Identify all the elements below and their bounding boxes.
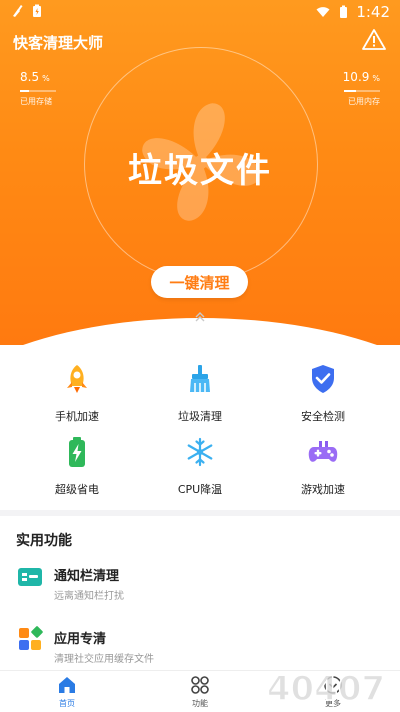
- status-bar: 1:42: [0, 0, 400, 24]
- grid-item-game-boost[interactable]: 游戏加速: [258, 435, 388, 505]
- status-time: 1:42: [356, 3, 390, 21]
- battery-icon: [69, 437, 85, 467]
- home-icon: [59, 677, 75, 693]
- storage-stat: 8.5% 已用存储: [20, 66, 56, 107]
- grid-item-cpu-cooling[interactable]: CPU降温: [135, 435, 265, 505]
- grid-item-power-saving[interactable]: 超级省电: [12, 435, 142, 505]
- section-title: 实用功能: [16, 533, 72, 549]
- grid-label-phone-boost: 手机加速: [55, 410, 99, 423]
- app-title: 快客清理大师: [13, 34, 104, 52]
- chevrons-up-icon[interactable]: [193, 310, 207, 324]
- hero-panel: 1:42 快客清理大师 8.5% 已用存储 10.9% 已用内存 垃圾文件 一键…: [0, 0, 400, 345]
- battery-saver-status-icon: [30, 4, 44, 18]
- memory-stat: 10.9% 已用内存: [343, 66, 380, 107]
- storage-unit: %: [42, 74, 50, 83]
- wifi-icon: [316, 5, 330, 19]
- nav-home[interactable]: 首页: [27, 675, 107, 709]
- storage-label: 已用存储: [20, 97, 52, 106]
- feature-title-app: 应用专清: [54, 632, 107, 647]
- nav-functions[interactable]: 功能: [160, 675, 240, 709]
- shield-icon: [312, 365, 334, 393]
- grid-label-game-boost: 游戏加速: [301, 483, 345, 496]
- grid-item-phone-boost[interactable]: 手机加速: [12, 362, 142, 432]
- feature-notification-clean[interactable]: 通知栏清理 远离通知栏打扰: [0, 556, 400, 612]
- storage-value: 8.5: [20, 70, 40, 84]
- grid-item-junk-clean[interactable]: 垃圾清理: [135, 362, 265, 432]
- apps-icon: [19, 626, 43, 650]
- memory-bar: [344, 90, 380, 92]
- memory-bar-fill: [344, 90, 356, 92]
- feature-subtitle-notification: 远离通知栏打扰: [54, 591, 124, 602]
- memory-label: 已用内存: [348, 97, 380, 106]
- rocket-icon: [67, 365, 87, 393]
- junk-files-title: 垃圾文件: [128, 151, 272, 191]
- feature-grid: 手机加速 垃圾清理 安全检测 超级省电 CPU降温 游戏加速: [0, 348, 400, 508]
- grid-label-junk-clean: 垃圾清理: [178, 410, 222, 423]
- broom-status-icon: [10, 4, 24, 18]
- notification-icon: [18, 568, 42, 586]
- watermark-logo: 40407: [266, 668, 386, 710]
- feature-subtitle-app: 清理社交应用缓存文件: [54, 654, 154, 665]
- storage-bar-fill: [20, 90, 30, 92]
- feature-title-notification: 通知栏清理: [54, 569, 120, 584]
- one-click-clean-button[interactable]: 一键清理: [151, 266, 248, 298]
- warning-icon[interactable]: [362, 28, 386, 52]
- memory-value: 10.9: [342, 70, 370, 84]
- storage-bar: [20, 90, 56, 92]
- nav-label-functions: 功能: [192, 699, 208, 708]
- signal-battery-icon: [336, 5, 350, 19]
- memory-unit: %: [372, 74, 380, 83]
- grid-item-security-check[interactable]: 安全检测: [258, 362, 388, 432]
- gamepad-icon: [308, 441, 338, 462]
- snowflake-icon: [187, 437, 213, 467]
- grid-label-security-check: 安全检测: [301, 410, 345, 423]
- grid-label-power-saving: 超级省电: [55, 483, 99, 496]
- grid-label-cpu-cooling: CPU降温: [177, 483, 223, 496]
- section-divider: [0, 510, 400, 516]
- functions-icon: [191, 676, 209, 694]
- nav-label-home: 首页: [59, 699, 75, 708]
- watermark-text: 40407: [267, 669, 385, 709]
- broom-icon: [190, 365, 210, 392]
